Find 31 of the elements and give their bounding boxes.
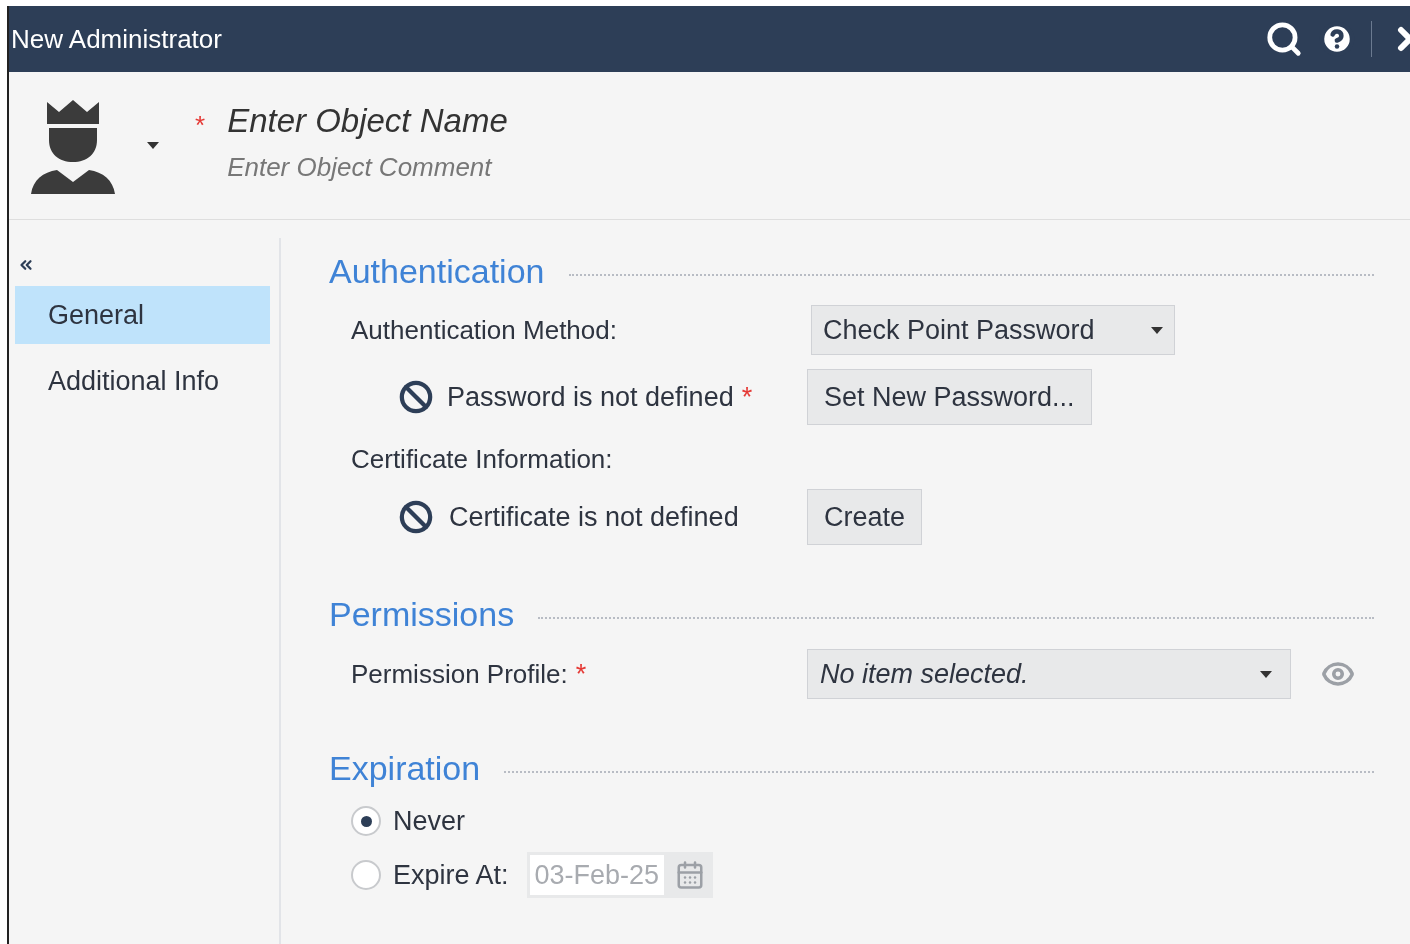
administrator-avatar-icon[interactable] xyxy=(31,98,115,194)
section-title: Permissions xyxy=(329,597,515,631)
search-icon[interactable] xyxy=(1265,20,1303,58)
caret-icon xyxy=(1260,670,1272,678)
permission-profile-dropdown[interactable]: No item selected. xyxy=(807,649,1291,699)
sidebar-item[interactable]: General xyxy=(15,286,270,344)
radio-button[interactable] xyxy=(351,860,381,890)
field-label: Permission Profile: xyxy=(351,657,568,691)
sidebar-item[interactable]: Additional Info xyxy=(15,352,270,410)
caret-icon xyxy=(1151,326,1163,334)
required-asterisk: * xyxy=(575,657,587,691)
create-button[interactable]: Create xyxy=(807,489,923,545)
field-label: Authentication Method: xyxy=(351,313,618,347)
dropdown-caret-icon xyxy=(147,142,159,149)
object-name-field[interactable]: Enter Object Name xyxy=(227,100,508,142)
radio-button[interactable] xyxy=(351,806,381,836)
authentication-method-dropdown[interactable]: Check Point Password xyxy=(811,305,1175,355)
not-defined-icon xyxy=(399,500,433,534)
window-title: New Administrator xyxy=(11,22,223,56)
not-defined-icon xyxy=(399,380,433,414)
section-title: Authentication xyxy=(329,254,545,288)
field-label: Certificate Information: xyxy=(351,443,614,476)
required-asterisk: * xyxy=(195,109,206,142)
password-status: Password is not defined xyxy=(447,380,734,414)
section-title: Expiration xyxy=(329,751,481,785)
certificate-status: Certificate is not defined xyxy=(449,500,739,534)
radio-label[interactable]: Expire At: xyxy=(393,854,509,896)
object-comment-field[interactable]: Enter Object Comment xyxy=(227,151,508,184)
required-asterisk: * xyxy=(741,380,753,414)
radio-label[interactable]: Never xyxy=(393,800,466,842)
set-new-password-button[interactable]: Set New Password... xyxy=(807,369,1092,425)
